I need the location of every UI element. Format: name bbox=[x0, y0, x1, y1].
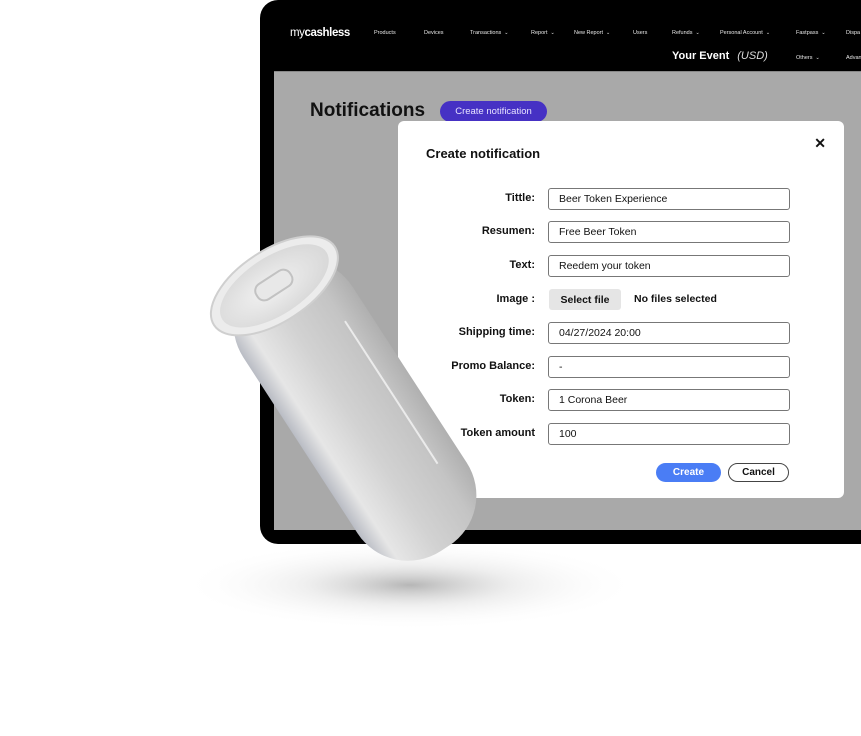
nav-label: Refunds bbox=[672, 30, 693, 36]
field-label: Image : bbox=[496, 293, 535, 305]
chevron-down-icon: ⌄ bbox=[606, 30, 611, 36]
form-row-token-amount: Token amount 100 bbox=[398, 423, 844, 445]
chevron-down-icon: ⌄ bbox=[504, 30, 509, 36]
nav-label: Products bbox=[374, 30, 396, 36]
top-navigation-bar: mycashless Products Devices Transactions… bbox=[260, 0, 861, 71]
create-button[interactable]: Create bbox=[656, 463, 721, 482]
app-logo[interactable]: mycashless bbox=[290, 27, 350, 39]
file-status: No files selected bbox=[634, 293, 717, 305]
nav-label: Devices bbox=[424, 30, 444, 36]
chevron-down-icon: ⌄ bbox=[765, 30, 771, 36]
title-input[interactable]: Beer Token Experience bbox=[548, 188, 790, 210]
text-input[interactable]: Reedem your token bbox=[548, 255, 790, 277]
chevron-down-icon: ⌄ bbox=[550, 30, 555, 36]
nav-item-dispa[interactable]: Dispa bbox=[846, 30, 860, 36]
field-label: Tittle: bbox=[505, 192, 535, 204]
event-name: Your Event bbox=[672, 50, 730, 62]
shipping-time-input[interactable]: 04/27/2024 20:00 bbox=[548, 322, 790, 344]
page-title: Notifications bbox=[310, 100, 426, 121]
token-amount-input[interactable]: 100 bbox=[548, 423, 790, 445]
form-row-token: Token: 1 Corona Beer bbox=[398, 389, 844, 411]
nav-label: Report bbox=[531, 30, 548, 36]
event-currency: (USD) bbox=[737, 50, 768, 62]
form-row-image: Image : Select file No files selected bbox=[398, 289, 844, 311]
cancel-button[interactable]: Cancel bbox=[728, 463, 789, 482]
nav-item-new-report[interactable]: New Report ⌄ bbox=[574, 30, 610, 36]
resumen-input[interactable]: Free Beer Token bbox=[548, 221, 790, 243]
form-row-text: Text: Reedem your token bbox=[398, 255, 844, 277]
dialog-title: Create notification bbox=[426, 146, 541, 161]
event-selector[interactable]: Your Event (USD) bbox=[672, 50, 768, 62]
field-label: Token amount bbox=[460, 427, 535, 439]
field-label: Promo Balance: bbox=[451, 360, 535, 372]
close-icon[interactable]: ✕ bbox=[814, 136, 826, 150]
nav-item-others[interactable]: Others ⌄ bbox=[796, 55, 820, 61]
nav-item-devices[interactable]: Devices bbox=[424, 30, 444, 36]
chevron-down-icon: ⌄ bbox=[695, 30, 700, 36]
nav-item-refunds[interactable]: Refunds ⌄ bbox=[672, 30, 700, 36]
nav-item-personal-account[interactable]: Personal Account ⌄ bbox=[720, 30, 770, 36]
nav-label: Others bbox=[796, 55, 813, 61]
nav-item-products[interactable]: Products bbox=[374, 30, 396, 36]
field-label: Shipping time: bbox=[458, 326, 535, 338]
nav-label: Dispa bbox=[846, 30, 861, 36]
nav-label: Fastpass bbox=[796, 30, 819, 36]
nav-label: Users bbox=[633, 30, 648, 36]
logo-brand: cashless bbox=[304, 27, 351, 39]
nav-label: New Report bbox=[574, 30, 604, 36]
nav-label: Personal Account bbox=[720, 30, 763, 36]
field-label: Resumen: bbox=[481, 225, 535, 237]
nav-item-transactions[interactable]: Transactions ⌄ bbox=[470, 30, 508, 36]
nav-label: Advan bbox=[846, 55, 861, 61]
form-row-resumen: Resumen: Free Beer Token bbox=[398, 221, 844, 243]
promo-balance-input[interactable]: - bbox=[548, 356, 790, 378]
chevron-down-icon: ⌄ bbox=[821, 30, 826, 36]
chevron-down-icon: ⌄ bbox=[815, 55, 820, 61]
form-row-promo-balance: Promo Balance: - bbox=[398, 356, 844, 378]
nav-item-fastpass[interactable]: Fastpass ⌄ bbox=[796, 30, 826, 36]
form-row-title: Tittle: Beer Token Experience bbox=[398, 188, 844, 210]
nav-item-report[interactable]: Report ⌄ bbox=[531, 30, 555, 36]
field-label: Token: bbox=[499, 393, 535, 405]
field-label: Text: bbox=[509, 259, 535, 271]
form-row-shipping-time: Shipping time: 04/27/2024 20:00 bbox=[398, 322, 844, 344]
nav-item-users[interactable]: Users bbox=[633, 30, 647, 36]
nav-label: Transactions bbox=[470, 30, 502, 36]
logo-prefix: my bbox=[290, 27, 305, 39]
create-notification-button[interactable]: Create notification bbox=[440, 101, 547, 122]
nav-item-advan[interactable]: Advan bbox=[846, 55, 861, 61]
select-file-button[interactable]: Select file bbox=[549, 289, 621, 310]
create-notification-dialog: Create notification ✕ Tittle: Beer Token… bbox=[398, 121, 844, 498]
token-input[interactable]: 1 Corona Beer bbox=[548, 389, 790, 411]
can-shadow bbox=[180, 540, 640, 630]
